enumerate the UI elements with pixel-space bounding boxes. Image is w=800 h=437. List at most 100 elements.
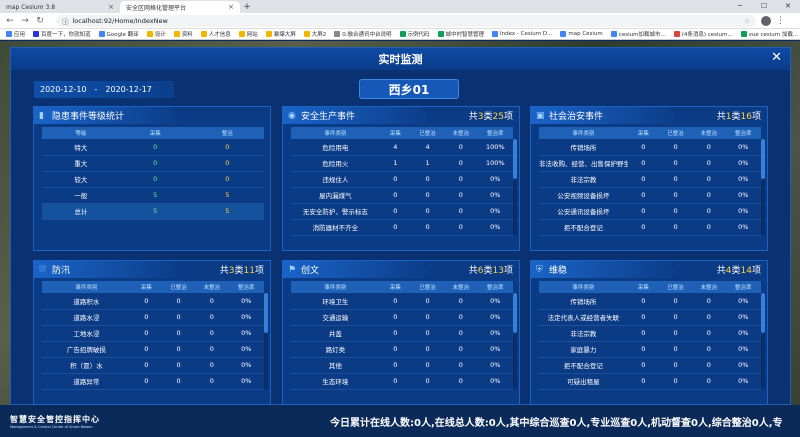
shield-icon: ⛨	[536, 264, 543, 275]
reload-icon[interactable]: ↻	[35, 16, 45, 26]
table-cell: 0	[410, 219, 445, 236]
bookmark-item[interactable]: vue cesium 加载...	[740, 30, 798, 38]
bookmark-item[interactable]: map Cesium	[560, 31, 603, 37]
table-row[interactable]: 拒不配合登记 0 0 0 0%	[539, 219, 761, 236]
bookmark-icon	[146, 31, 153, 37]
date-range[interactable]: 2020-12-10 - 2020-12-17	[34, 81, 174, 98]
table-row[interactable]: 生态环境 0 0 0 0%	[291, 373, 513, 390]
bookmark-item[interactable]: Google 翻译	[98, 30, 139, 38]
bookmark-item[interactable]: 百度一下，你就知道	[33, 30, 91, 38]
bookmark-item[interactable]: 网站	[238, 30, 258, 38]
table-row[interactable]: 广告招牌破损 0 0 0 0%	[42, 341, 264, 358]
bookmark-star-icon[interactable]: ☆	[744, 17, 750, 25]
bookmark-item[interactable]: cesium加载城市...	[610, 30, 666, 38]
table-cell: 0%	[725, 357, 761, 374]
table-row[interactable]: 危险用电 4 4 0 100%	[291, 139, 513, 156]
maximize-button[interactable]: ☐	[752, 0, 776, 13]
table-row[interactable]: 特大 0 0	[42, 139, 264, 156]
table-cell: 0	[161, 325, 196, 342]
table-cell: 0	[195, 309, 229, 326]
table-row[interactable]: 其他 0 0 0 0%	[291, 357, 513, 374]
forward-icon[interactable]: →	[20, 16, 30, 26]
table-cell: 0%	[725, 187, 761, 204]
table-row[interactable]: 道路水浸 0 0 0 0%	[42, 309, 264, 326]
table-cell: 总计	[42, 203, 120, 220]
table-cell: 非法宗教	[539, 171, 628, 188]
region-selector[interactable]: 西乡01	[359, 79, 459, 99]
bookmark-icon	[399, 31, 406, 37]
table-row[interactable]: 拒不配合登记 0 0 0 0%	[539, 357, 761, 374]
table-row[interactable]: 非法宗教 0 0 0 0%	[539, 325, 761, 342]
bookmark-item[interactable]: 城中村智慧管理	[437, 30, 484, 38]
close-tab-icon[interactable]: ×	[108, 3, 114, 11]
table-cell: 0	[130, 357, 162, 374]
table-row[interactable]: 危险用火 1 1 0 100%	[291, 155, 513, 172]
table-row[interactable]: 家庭暴力 0 0 0 0%	[539, 341, 761, 358]
table-row[interactable]: 传销场所 0 0 0 0%	[539, 293, 761, 310]
column-header: 事件类别	[42, 281, 131, 293]
table-cell: 0	[627, 203, 659, 220]
table-row[interactable]: 交通运输 0 0 0 0%	[291, 309, 513, 326]
close-icon[interactable]: ✕	[771, 51, 782, 65]
table-row[interactable]: 可疑出租屋 0 0 0 0%	[539, 373, 761, 390]
table-cell: 0%	[477, 341, 513, 358]
table-row[interactable]: 工地水浸 0 0 0 0%	[42, 325, 264, 342]
scrollbar[interactable]	[264, 293, 268, 389]
table-row[interactable]: 屋内漏煤气 0 0 0 0%	[291, 187, 513, 204]
scrollbar[interactable]	[761, 293, 765, 389]
table-row[interactable]: 总计 5 5	[42, 203, 264, 220]
table-row[interactable]: 道路异常 0 0 0 0%	[42, 373, 264, 390]
table-cell: 拒不配合登记	[539, 357, 628, 374]
table-cell: 危险用火	[291, 155, 380, 172]
browser-tab-1[interactable]: 安全区网格化管理平台 ×	[120, 1, 240, 13]
modal-title: 实时监测	[11, 48, 790, 70]
bookmark-item[interactable]: 大屏2	[303, 30, 326, 38]
account-avatar[interactable]	[761, 15, 771, 26]
browser-tab-0[interactable]: map Cesium 3.8 ×	[0, 1, 120, 13]
table-row[interactable]: 较大 0 0	[42, 171, 264, 188]
table-cell: 0	[692, 171, 726, 188]
close-window-button[interactable]: ✕	[776, 0, 800, 13]
bookmark-item[interactable]: Index - Cesium D...	[492, 31, 552, 37]
bookmark-item[interactable]: 应用	[6, 30, 25, 38]
table-row[interactable]: 积（冒）水 0 0 0 0%	[42, 357, 264, 374]
bookmark-item[interactable]: 资料	[173, 30, 193, 38]
new-tab-button[interactable]: +	[240, 1, 254, 13]
table-row[interactable]: 公安通讯设备损坏 0 0 0 0%	[539, 203, 761, 220]
table-row[interactable]: 非法收购、经营、出售保护野生动物0000%	[539, 155, 761, 172]
scrollbar[interactable]	[761, 139, 765, 235]
table-row[interactable]: 无安全防护、警示标志 0 0 0 0%	[291, 203, 513, 220]
table-cell: 0	[130, 341, 162, 358]
table-row[interactable]: 道路积水 0 0 0 0%	[42, 293, 264, 310]
table-cell: 0%	[477, 203, 513, 220]
minimize-button[interactable]: ─	[728, 0, 752, 13]
table-row[interactable]: 消防器材不齐全 0 0 0 0%	[291, 219, 513, 236]
bookmark-item[interactable]: 设计	[146, 30, 166, 38]
bookmark-item[interactable]: (4条消息) cesium...	[673, 30, 733, 38]
column-header: 未整治	[444, 281, 478, 293]
table-cell: 0	[410, 187, 445, 204]
bookmark-item[interactable]: 暴爆大屏	[265, 30, 296, 38]
table-row[interactable]: 重大 0 0	[42, 155, 264, 172]
info-icon[interactable]: ⓘ	[62, 16, 69, 26]
table-row[interactable]: 法定代表人或经营者失联 0 0 0 0%	[539, 309, 761, 326]
table-row[interactable]: 违规住人 0 0 0 0%	[291, 171, 513, 188]
url-field[interactable]: ⓘ localhost:92/Home/IndexNew ☆	[56, 14, 756, 27]
table-row[interactable]: 一般 5 5	[42, 187, 264, 204]
menu-icon[interactable]: ⋮	[776, 16, 785, 26]
table-row[interactable]: 路灯类 0 0 0 0%	[291, 341, 513, 358]
table-row[interactable]: 传销场所 0 0 0 0%	[539, 139, 761, 156]
back-icon[interactable]: ←	[5, 16, 15, 26]
table-cell: 0%	[477, 187, 513, 204]
scrollbar[interactable]	[513, 139, 517, 235]
table-row[interactable]: 非法宗教 0 0 0 0%	[539, 171, 761, 188]
close-tab-icon[interactable]: ×	[228, 3, 234, 11]
bookmark-item[interactable]: 0.融合通讯中台说明	[334, 30, 392, 38]
table-row[interactable]: 公安视频设备损坏 0 0 0 0%	[539, 187, 761, 204]
bookmark-item[interactable]: 示例代码	[399, 30, 430, 38]
column-header: 整治率	[477, 127, 513, 139]
scrollbar[interactable]	[513, 293, 517, 389]
table-row[interactable]: 环境卫生 0 0 0 0%	[291, 293, 513, 310]
table-row[interactable]: 井盖 0 0 0 0%	[291, 325, 513, 342]
bookmark-item[interactable]: 人才信息	[200, 30, 231, 38]
